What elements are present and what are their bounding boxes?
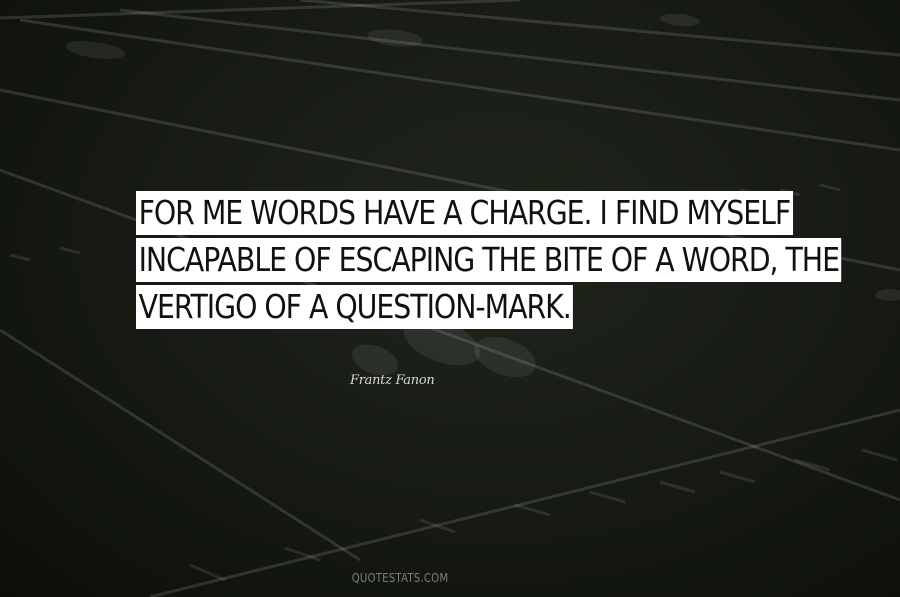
quote-line: INCAPABLE OF ESCAPING THE BITE OF A WORD… bbox=[136, 238, 842, 282]
quote-text-block: FOR ME WORDS HAVE A CHARGE. I FIND MYSEL… bbox=[136, 191, 842, 332]
quote-image: FOR ME WORDS HAVE A CHARGE. I FIND MYSEL… bbox=[0, 0, 900, 597]
quote-line: VERTIGO OF A QUESTION-MARK. bbox=[136, 285, 574, 329]
site-watermark: QUOTESTATS.COM bbox=[351, 571, 449, 585]
author-signature: Frantz Fanon bbox=[350, 373, 435, 388]
quote-line: FOR ME WORDS HAVE A CHARGE. I FIND MYSEL… bbox=[136, 191, 793, 235]
